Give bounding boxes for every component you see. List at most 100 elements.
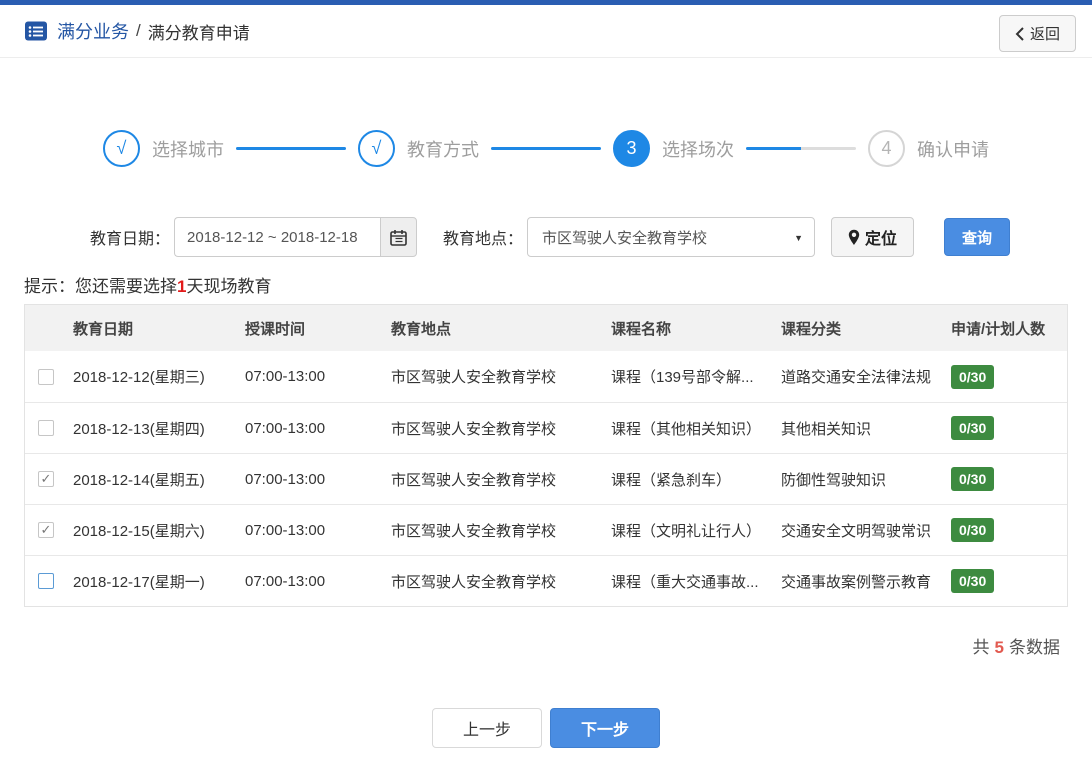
capacity-badge: 0/30 [951,364,995,389]
cell-applied-planned: 0/30 [951,569,1067,593]
cell-class-time: 07:00-13:00 [245,470,326,488]
cell-applied-planned: 0/30 [951,416,1067,440]
step-select-session: 3 选择场次 [613,130,734,167]
table-row[interactable]: 2018-12-17(星期一) 07:00-13:00 市区驾驶人安全教育学校 … [25,555,1067,606]
location-select[interactable]: 市区驾驶人安全教育学校 ▼ [527,217,816,257]
cell-education-location: 市区驾驶人安全教育学校 [391,369,557,386]
record-count: 共 5 条数据 [0,633,1060,658]
step-1-check: √ [116,138,127,158]
next-step-button[interactable]: 下一步 [550,708,660,748]
hint-text: 提示：您还需要选择1天现场教育 [24,272,1092,297]
cell-course-category: 其他相关知识 [781,420,872,438]
cell-applied-planned: 0/30 [951,467,1067,491]
breadcrumb-separator: / [136,21,141,40]
step-connector-1 [236,147,346,150]
cell-class-time: 07:00-13:00 [245,368,326,385]
capacity-badge: 0/30 [951,467,995,491]
row-checkbox[interactable]: ✓ [38,471,54,487]
row-checkbox[interactable]: ✓ [38,522,54,538]
step-2-circle: √ [358,130,395,167]
step-connector-2 [491,147,601,150]
col-education-location: 教育地点 [391,320,452,338]
hint-prefix: 提示：您还需要选择 [24,277,177,296]
col-course-name: 课程名称 [611,320,672,338]
cell-course-category: 交通事故案例警示教育 [781,573,932,591]
count-suffix: 条数据 [1009,638,1060,657]
cell-course-category: 防御性驾驶知识 [781,471,887,489]
step-3-number: 3 [626,138,637,158]
table-row[interactable]: ✓ 2018-12-14(星期五) 07:00-13:00 市区驾驶人安全教育学… [25,453,1067,504]
page-header: 满分业务 / 满分教育申请 返回 [0,5,1092,58]
col-course-category: 课程分类 [781,320,842,338]
step-2-check: √ [371,138,382,158]
capacity-badge: 0/30 [951,416,995,440]
count-prefix: 共 [972,638,990,657]
step-4-circle: 4 [868,130,905,167]
cell-education-date: 2018-12-13(星期四) [73,420,205,438]
chevron-down-icon: ▼ [794,233,804,243]
row-checkbox[interactable] [38,420,54,436]
col-education-date: 教育日期 [73,320,134,338]
education-location-label: 教育地点： [443,231,524,248]
cell-class-time: 07:00-13:00 [245,521,326,539]
step-1-label: 选择城市 [152,139,224,160]
cell-education-date: 2018-12-15(星期六) [73,522,205,540]
step-3-label: 选择场次 [662,139,734,160]
map-pin-icon [848,229,860,245]
cell-course-name: 课程（文明礼让行人） [611,522,762,540]
calendar-button[interactable] [380,217,418,257]
table-row[interactable]: 2018-12-13(星期四) 07:00-13:00 市区驾驶人安全教育学校 … [25,402,1067,453]
cell-applied-planned: 0/30 [951,364,1067,389]
table-row[interactable]: 2018-12-12(星期三) 07:00-13:00 市区驾驶人安全教育学校 … [25,351,1067,402]
locate-button-label: 定位 [865,231,898,248]
checkbox-cell: ✓ [25,522,73,538]
session-table: 教育日期 授课时间 教育地点 课程名称 课程分类 申请/计划人数 2018-12… [24,304,1068,607]
row-checkbox[interactable] [38,573,54,589]
cell-education-date: 2018-12-17(星期一) [73,573,205,591]
step-2-label: 教育方式 [407,139,479,160]
row-checkbox[interactable] [38,368,54,385]
cell-education-location: 市区驾驶人安全教育学校 [391,420,557,438]
cell-applied-planned: 0/30 [951,518,1067,542]
table-row[interactable]: ✓ 2018-12-15(星期六) 07:00-13:00 市区驾驶人安全教育学… [25,504,1067,555]
wizard-actions: 上一步 下一步 [0,708,1092,748]
breadcrumb-page-title: 满分教育申请 [147,23,250,43]
step-indicator: √ 选择城市 √ 教育方式 3 选择场次 4 确认申请 [0,130,1092,167]
back-button[interactable]: 返回 [998,15,1076,52]
cell-education-date: 2018-12-14(星期五) [73,471,205,489]
step-connector-3 [746,147,856,150]
breadcrumb-business[interactable]: 满分业务 [57,18,129,44]
cell-course-name: 课程（139号部令解... [611,369,754,386]
search-button[interactable]: 查询 [944,218,1011,256]
cell-course-category: 道路交通安全法律法规 [781,369,932,386]
col-applied-planned: 申请/计划人数 [951,320,1046,338]
count-number: 5 [994,638,1004,657]
table-body: 2018-12-12(星期三) 07:00-13:00 市区驾驶人安全教育学校 … [25,351,1067,606]
checkbox-cell [25,573,73,589]
capacity-badge: 0/30 [951,518,995,542]
calendar-icon [390,229,407,246]
step-4-number: 4 [881,138,892,158]
cell-education-date: 2018-12-12(星期三) [73,369,205,386]
chevron-left-icon [1015,26,1024,41]
locate-button[interactable]: 定位 [831,217,915,257]
location-select-value: 市区驾驶人安全教育学校 [542,229,708,247]
date-range-input[interactable] [174,217,381,257]
step-confirm-application: 4 确认申请 [868,130,989,167]
step-education-mode: √ 教育方式 [358,130,479,167]
cell-education-location: 市区驾驶人安全教育学校 [391,522,557,540]
hint-suffix: 天现场教育 [186,277,272,296]
cell-education-location: 市区驾驶人安全教育学校 [391,573,557,591]
education-date-label: 教育日期： [90,231,171,248]
cell-class-time: 07:00-13:00 [245,572,326,590]
capacity-badge: 0/30 [951,569,995,593]
previous-step-button[interactable]: 上一步 [432,708,542,748]
checkbox-cell [25,420,73,436]
step-1-circle: √ [103,130,140,167]
step-4-label: 确认申请 [917,139,989,160]
cell-course-name: 课程（紧急刹车） [611,471,732,489]
cell-course-name: 课程（其他相关知识） [611,420,762,438]
cell-course-category: 交通安全文明驾驶常识 [781,522,932,540]
step-select-city: √ 选择城市 [103,130,224,167]
checkbox-cell [25,368,73,385]
